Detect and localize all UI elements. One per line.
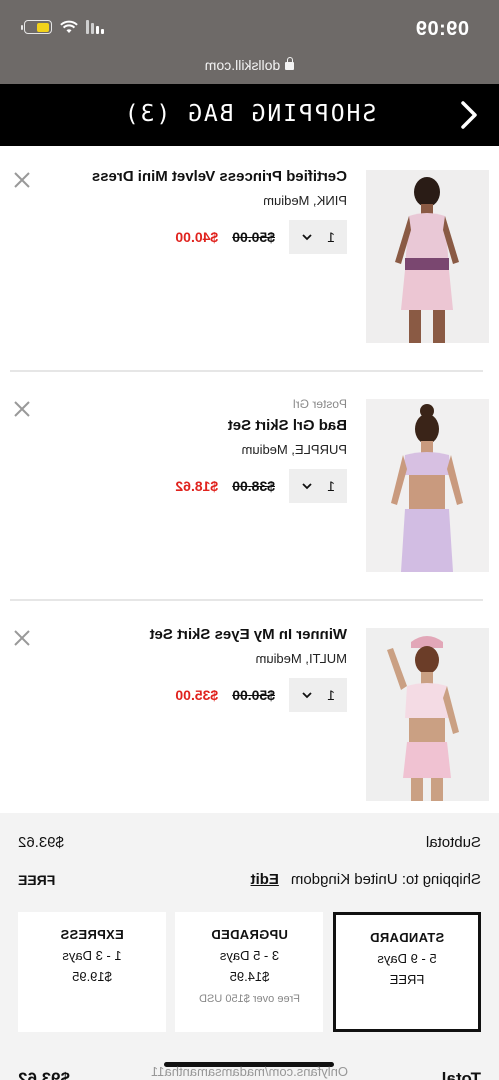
cart-item: Certified Princess Velvet Mini Dress PIN… (0, 146, 499, 374)
option-days: 1 - 3 Days (62, 948, 122, 963)
shipping-value: FREE (18, 871, 56, 888)
option-price: $19.95 (72, 969, 112, 984)
sale-price: $40.00 (175, 229, 219, 245)
item-variant: MULTI, Medium (255, 651, 348, 666)
option-price: $14.95 (229, 969, 270, 984)
option-name: STANDARD (369, 930, 445, 945)
close-icon[interactable] (12, 628, 32, 648)
status-bar: 09:09 (0, 0, 499, 50)
item-variant: PINK, Medium (263, 193, 347, 208)
status-time: 09:09 (415, 18, 469, 40)
quantity-value: 1 (327, 687, 335, 703)
subtotal-row: Subtotal $93.62 (18, 834, 481, 851)
option-days: 3 - 5 Days (219, 948, 280, 963)
order-summary: Subtotal $93.62 Shipping to: United King… (0, 813, 499, 1080)
item-name[interactable]: Bad Grl Skirt Set (47, 417, 347, 434)
shipping-option-upgraded[interactable]: UPGRADED 3 - 5 Days $14.95 Free over $15… (175, 912, 324, 1032)
page-header: SHOPPING BAG (3) (0, 84, 499, 146)
item-brand: Poster Grl (292, 397, 347, 411)
price-row: 1 $50.00 $35.00 (47, 678, 347, 712)
close-icon[interactable] (12, 399, 32, 419)
battery-icon (24, 20, 52, 34)
watermark: Onlyfans.com/madamsamantha11 (150, 1064, 349, 1079)
status-icons (24, 20, 104, 34)
shipping-options: STANDARD 5 - 9 Days FREE UPGRADED 3 - 5 … (18, 912, 481, 1032)
quantity-select[interactable]: 1 (289, 678, 347, 712)
cart-item: Winner In My Eyes Skirt Set MULTI, Mediu… (0, 604, 499, 832)
lock-icon (285, 62, 295, 70)
item-name[interactable]: Winner In My Eyes Skirt Set (47, 626, 347, 643)
item-variant: PURPLE, Medium (241, 442, 347, 457)
item-info: Certified Princess Velvet Mini Dress PIN… (47, 168, 347, 254)
original-price: $50.00 (232, 229, 275, 245)
product-image[interactable] (366, 628, 489, 801)
product-image[interactable] (366, 399, 489, 572)
url-domain: dollskill.com (204, 57, 281, 73)
shipping-label: Shipping to: United Kingdom Edit (251, 871, 481, 888)
quantity-select[interactable]: 1 (289, 220, 347, 254)
subtotal-value: $93.62 (18, 834, 64, 851)
price-row: 1 $38.00 $18.62 (47, 469, 347, 503)
quantity-value: 1 (327, 478, 335, 494)
page-title: SHOPPING BAG (3) (122, 101, 377, 127)
original-price: $50.00 (232, 687, 275, 703)
battery-level (36, 22, 50, 32)
subtotal-label: Subtotal (425, 834, 481, 851)
chevron-down-icon (302, 483, 312, 490)
option-name: UPGRADED (211, 927, 288, 942)
divider (10, 599, 483, 601)
option-name: EXPRESS (60, 927, 124, 942)
sale-price: $35.00 (175, 687, 219, 703)
option-price: FREE (389, 972, 425, 987)
option-days: 5 - 9 Days (377, 951, 437, 966)
product-image[interactable] (366, 170, 489, 343)
quantity-select[interactable]: 1 (289, 469, 347, 503)
url-bar[interactable]: dollskill.com (0, 50, 499, 84)
shipping-row: Shipping to: United Kingdom Edit FREE (18, 871, 481, 888)
original-price: $38.00 (232, 478, 275, 494)
close-icon[interactable] (12, 170, 32, 190)
mirrored-page: 09:09 dollskill.com SHOPPING BAG (3) Cer… (0, 0, 499, 1080)
chevron-down-icon (302, 692, 312, 699)
option-note: Free over $150 USD (199, 993, 300, 1005)
divider (10, 370, 483, 372)
edit-shipping-link[interactable]: Edit (251, 871, 279, 888)
quantity-value: 1 (327, 229, 335, 245)
chevron-down-icon (302, 234, 312, 241)
cart-item: Poster Grl Bad Grl Skirt Set PURPLE, Med… (0, 375, 499, 603)
item-info: Winner In My Eyes Skirt Set MULTI, Mediu… (47, 626, 347, 712)
price-row: 1 $50.00 $40.00 (47, 220, 347, 254)
wifi-icon (60, 20, 78, 33)
shipping-option-express[interactable]: EXPRESS 1 - 3 Days $19.95 (18, 912, 166, 1032)
sale-price: $18.62 (175, 478, 219, 494)
signal-bars-icon (86, 20, 104, 34)
shipping-destination: Shipping to: United Kingdom (290, 871, 481, 888)
item-info: Poster Grl Bad Grl Skirt Set PURPLE, Med… (47, 397, 347, 503)
item-name[interactable]: Certified Princess Velvet Mini Dress (47, 168, 347, 185)
shipping-option-standard[interactable]: STANDARD 5 - 9 Days FREE (333, 912, 481, 1032)
